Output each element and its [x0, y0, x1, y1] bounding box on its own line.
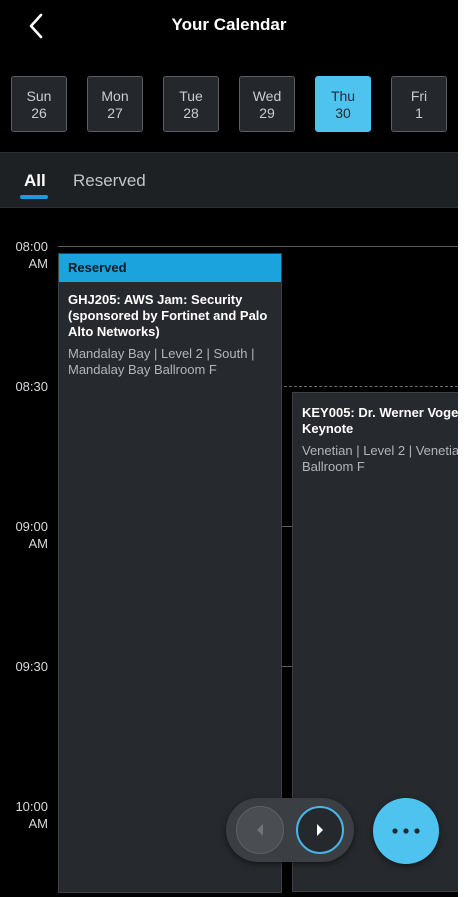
time-period: AM: [28, 256, 49, 271]
active-tab-indicator: [20, 195, 48, 199]
day-date: 27: [107, 105, 123, 121]
day-date: 29: [259, 105, 275, 121]
event-location: Venetian | Level 2 | Venetian Ballroom F: [293, 437, 458, 475]
day-name: Sun: [26, 88, 52, 104]
event-title-line: Keynote: [302, 421, 354, 436]
header: Your Calendar: [0, 0, 458, 52]
page-title: Your Calendar: [171, 15, 287, 34]
day-name: Wed: [252, 88, 282, 104]
event-title-line: GHJ205: AWS Jam: Security: [68, 292, 243, 307]
day-mon-27[interactable]: Mon 27: [87, 76, 143, 132]
time-label-0930: 09:30: [0, 658, 48, 675]
screen-edge: [458, 0, 474, 897]
event-location-line: Venetian | Level 2 | Venetian: [302, 443, 458, 458]
reserved-badge: Reserved: [59, 254, 281, 282]
day-tue-28[interactable]: Tue 28: [163, 76, 219, 132]
day-date: 1: [415, 105, 423, 121]
day-name: Thu: [330, 88, 356, 104]
hour-tick-0900: [282, 526, 292, 527]
time-value: 09:30: [15, 659, 48, 674]
tab-reserved[interactable]: Reserved: [73, 171, 146, 191]
time-label-0800: 08:00 AM: [0, 238, 48, 272]
more-options-button[interactable]: [373, 798, 439, 864]
event-location-line: Mandalay Bay | Level 2 | South |: [68, 346, 255, 361]
calendar-screen: Your Calendar Sun 26 Mon 27 Tue 28 Wed 2…: [0, 0, 458, 897]
time-label-0830: 08:30: [0, 378, 48, 395]
tab-bar: All Reserved: [0, 152, 458, 208]
half-hour-line-0830: [284, 386, 458, 387]
event-card-ghj205[interactable]: Reserved GHJ205: AWS Jam: Security (spon…: [58, 253, 282, 893]
event-title: KEY005: Dr. Werner Vogels Keynote: [293, 393, 458, 437]
hour-line-0800: [58, 246, 458, 247]
event-title-line: KEY005: Dr. Werner Vogels: [302, 405, 458, 420]
day-date: 28: [183, 105, 199, 121]
day-date: 30: [335, 105, 351, 121]
chevron-left-icon: [257, 824, 263, 836]
day-name: Fri: [410, 88, 428, 104]
time-value: 09:00: [15, 519, 48, 534]
previous-button[interactable]: [236, 806, 284, 854]
chevron-right-icon: [317, 824, 323, 836]
next-button[interactable]: [296, 806, 344, 854]
event-title-line: (sponsored by Fortinet and Palo: [68, 308, 268, 323]
day-sun-26[interactable]: Sun 26: [11, 76, 67, 132]
day-name: Tue: [179, 88, 203, 104]
day-date: 26: [31, 105, 47, 121]
day-wed-29[interactable]: Wed 29: [239, 76, 295, 132]
more-horizontal-icon: [392, 828, 420, 834]
event-location-line: Ballroom F: [302, 459, 365, 474]
half-hour-tick-0930: [282, 666, 292, 667]
event-title-line: Alto Networks): [68, 324, 160, 339]
time-period: AM: [28, 816, 49, 831]
day-thu-30[interactable]: Thu 30: [315, 76, 371, 132]
time-value: 08:00: [15, 239, 48, 254]
time-value: 08:30: [15, 379, 48, 394]
event-location: Mandalay Bay | Level 2 | South | Mandala…: [59, 340, 281, 378]
time-label-1000: 10:00 AM: [0, 798, 48, 832]
time-period: AM: [28, 536, 49, 551]
event-location-line: Mandalay Bay Ballroom F: [68, 362, 217, 377]
day-name: Mon: [101, 88, 129, 104]
time-value: 10:00: [15, 799, 48, 814]
time-label-0900: 09:00 AM: [0, 518, 48, 552]
tab-all[interactable]: All: [24, 171, 46, 191]
day-fri-1[interactable]: Fri 1: [391, 76, 447, 132]
event-title: GHJ205: AWS Jam: Security (sponsored by …: [59, 282, 281, 340]
